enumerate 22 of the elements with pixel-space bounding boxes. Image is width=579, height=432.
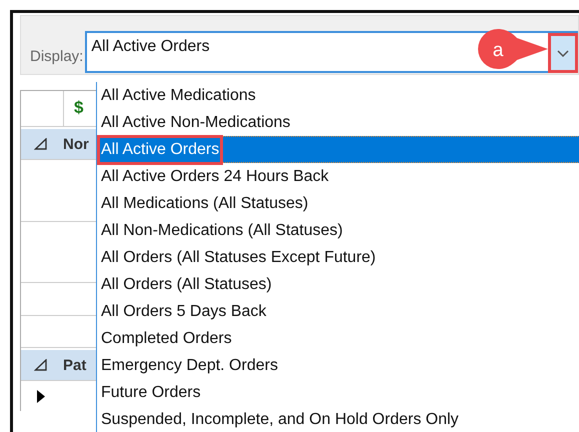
dropdown-option[interactable]: Emergency Dept. Orders bbox=[97, 352, 579, 379]
dropdown-option[interactable]: All Active Non-Medications bbox=[97, 109, 579, 136]
callout-badge: a bbox=[477, 28, 549, 70]
dropdown-option[interactable]: All Active Medications bbox=[97, 82, 579, 109]
display-label: Display: bbox=[30, 48, 84, 65]
dropdown-button[interactable] bbox=[548, 33, 578, 73]
collapse-triangle-icon[interactable] bbox=[34, 138, 48, 150]
dropdown-option[interactable]: Suspended, Incomplete, and On Hold Orders Only bbox=[97, 406, 579, 432]
dropdown-option[interactable]: All Orders (All Statuses) bbox=[97, 271, 579, 298]
dropdown-option[interactable]: All Non-Medications (All Statuses) bbox=[97, 217, 579, 244]
dropdown-option[interactable]: All Orders 5 Days Back bbox=[97, 298, 579, 325]
dropdown-option[interactable]: All Orders (All Statuses Except Future) bbox=[97, 244, 579, 271]
column-header: $ bbox=[73, 97, 84, 119]
dropdown-option[interactable]: All Active Orders 24 Hours Back bbox=[97, 163, 579, 190]
collapse-triangle-icon[interactable] bbox=[34, 359, 48, 371]
group-label: Pat bbox=[63, 356, 86, 374]
dropdown-option[interactable]: Completed Orders bbox=[97, 325, 579, 352]
dropdown-option[interactable]: Future Orders bbox=[97, 379, 579, 406]
chevron-down-icon bbox=[557, 50, 569, 56]
dropdown-option[interactable]: All Active Orders bbox=[97, 136, 579, 163]
dropdown-option[interactable]: All Medications (All Statuses) bbox=[97, 190, 579, 217]
group-label: Nor bbox=[63, 136, 89, 152]
